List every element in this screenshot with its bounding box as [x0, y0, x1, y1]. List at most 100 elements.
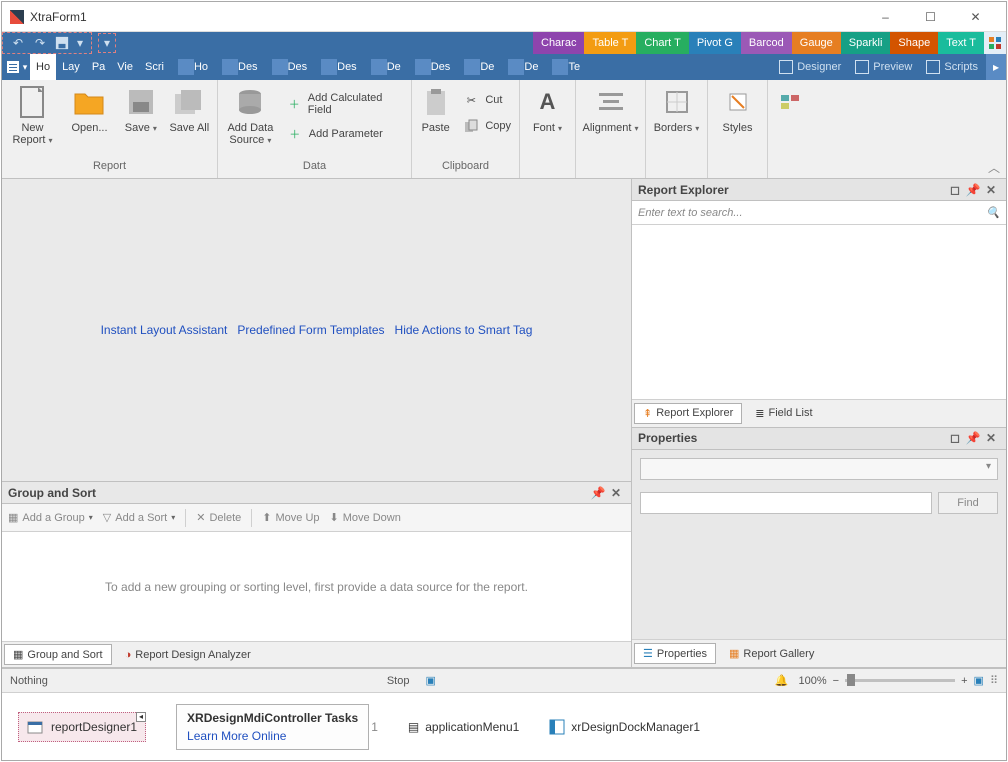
qat-overflow-chevron-icon[interactable]: ▾ — [98, 33, 116, 53]
new-report-button[interactable]: New Report ▾ — [8, 86, 57, 146]
layout-assistant-link[interactable]: Instant Layout Assistant — [101, 323, 228, 337]
tab-analyzer[interactable]: ◑Report Design Analyzer — [116, 645, 260, 665]
zoom-out-button[interactable]: − — [833, 675, 839, 687]
open-button[interactable]: Open... — [65, 86, 114, 134]
page-tab[interactable]: De — [500, 54, 544, 80]
zoom-in-button[interactable]: + — [961, 675, 967, 687]
search-icon[interactable]: 🔍 — [986, 206, 1000, 219]
undo-icon[interactable]: ↶ — [7, 33, 29, 53]
tool-tab[interactable]: Pivot G — [689, 32, 741, 54]
properties-grid[interactable] — [640, 526, 998, 632]
preview-mode-button[interactable]: Preview — [851, 60, 916, 74]
tool-tab[interactable]: Chart T — [636, 32, 688, 54]
selected-component[interactable]: reportDesigner1 ◂ — [18, 712, 146, 742]
gallery-button[interactable] — [774, 86, 806, 122]
contextual-tool-tabs: CharacTable TChart TPivot GBarcodGaugeSp… — [533, 32, 984, 54]
add-calculated-field-button[interactable]: ＋ Add Calculated Field — [285, 90, 405, 118]
page-tab[interactable]: Des — [313, 54, 363, 80]
hide-smarttag-link[interactable]: Hide Actions to Smart Tag — [395, 323, 533, 337]
app-menu-component[interactable]: ▤ applicationMenu1 — [408, 720, 519, 734]
bell-icon[interactable]: 🔔 — [775, 674, 789, 687]
minimize-button[interactable]: – — [863, 3, 908, 31]
save-icon[interactable] — [51, 33, 73, 53]
move-down-button[interactable]: ⬇Move Down — [330, 511, 401, 524]
zoom-menu-icon[interactable]: ⠿ — [990, 674, 998, 687]
add-sort-button[interactable]: ▽Add a Sort▾ — [103, 511, 175, 524]
design-canvas[interactable]: Instant Layout Assistant Predefined Form… — [2, 179, 631, 482]
maximize-button[interactable]: ☐ — [908, 3, 953, 31]
page-tab[interactable]: Des — [214, 54, 264, 80]
close-panel-icon[interactable]: ✕ — [982, 183, 1000, 197]
page-tab[interactable]: Des — [407, 54, 457, 80]
tool-tab[interactable]: Barcod — [741, 32, 792, 54]
alignment-button[interactable]: Alignment ▾ — [582, 86, 639, 134]
tab-group-sort[interactable]: ▦Group and Sort — [4, 644, 112, 665]
tab-report-gallery[interactable]: ▦Report Gallery — [720, 643, 823, 664]
tab-glyph-icon — [371, 59, 387, 75]
zoom-slider[interactable] — [845, 679, 955, 682]
page-tab[interactable]: Lay — [56, 54, 86, 80]
templates-link[interactable]: Predefined Form Templates — [237, 323, 384, 337]
add-parameter-button[interactable]: ＋ Add Parameter — [285, 124, 405, 144]
status-stop[interactable]: Stop — [387, 675, 410, 687]
save-button[interactable]: Save ▾ — [122, 86, 160, 134]
page-tab[interactable]: Ho — [30, 54, 56, 80]
properties-search-input[interactable] — [640, 492, 932, 514]
smart-tag-icon[interactable]: ◂ — [136, 712, 146, 722]
designer-mode-button[interactable]: Designer — [775, 60, 845, 74]
delete-button[interactable]: ✕Delete — [196, 511, 241, 524]
dock-manager-component[interactable]: xrDesignDockManager1 — [549, 719, 700, 735]
tasks-title: XRDesignMdiController Tasks — [187, 711, 358, 725]
scripts-mode-button[interactable]: Scripts — [922, 60, 982, 74]
paste-button[interactable]: Paste — [418, 86, 453, 134]
copy-button[interactable]: Copy — [461, 116, 513, 136]
cut-button[interactable]: ✂ Cut — [461, 90, 513, 110]
ribbon-collapse-button[interactable]: ︿ — [988, 159, 1000, 176]
tab-report-explorer[interactable]: ⇞Report Explorer — [634, 403, 742, 424]
redo-icon[interactable]: ↷ — [29, 33, 51, 53]
close-panel-icon[interactable]: ✕ — [982, 431, 1000, 445]
tool-tab[interactable]: Gauge — [792, 32, 841, 54]
pin-icon[interactable]: 📌 — [964, 183, 982, 197]
save-all-button[interactable]: Save All — [168, 86, 211, 134]
tabstrip-overflow-button[interactable]: ▸ — [986, 54, 1006, 80]
restore-icon[interactable]: ◻ — [946, 431, 964, 445]
page-tab[interactable]: Te — [544, 54, 586, 80]
page-tab[interactable]: Scri — [139, 54, 170, 80]
add-group-button[interactable]: ▦Add a Group▾ — [8, 511, 93, 524]
tool-tab[interactable]: Charac — [533, 32, 584, 54]
close-panel-icon[interactable]: ✕ — [607, 486, 625, 500]
toolbox-icon[interactable] — [984, 32, 1006, 54]
tool-tab[interactable]: Table T — [584, 32, 636, 54]
page-tab[interactable]: Ho — [170, 54, 214, 80]
close-button[interactable]: ✕ — [953, 3, 998, 31]
tool-tab[interactable]: Text T — [938, 32, 984, 54]
tab-field-list[interactable]: ≣Field List — [746, 403, 821, 424]
page-tab[interactable]: Vie — [111, 54, 139, 80]
find-button[interactable]: Find — [938, 492, 998, 514]
font-button[interactable]: A Font ▾ — [526, 86, 569, 134]
object-selector-dropdown[interactable] — [640, 458, 998, 480]
tool-tab[interactable]: Sparkli — [841, 32, 891, 54]
pin-icon[interactable]: 📌 — [964, 431, 982, 445]
page-tab[interactable]: De — [456, 54, 500, 80]
designer-label: Designer — [797, 61, 841, 73]
styles-button[interactable]: Styles — [714, 86, 761, 134]
page-tab[interactable]: Pa — [86, 54, 111, 80]
page-tab[interactable]: Des — [264, 54, 314, 80]
explorer-search[interactable]: Enter text to search... 🔍 — [632, 201, 1006, 225]
explorer-tree[interactable] — [632, 225, 1006, 400]
learn-more-link[interactable]: Learn More Online — [187, 729, 358, 743]
borders-button[interactable]: Borders ▾ — [652, 86, 701, 134]
menu-icon: ▤ — [408, 720, 419, 734]
qat-customize-chevron-icon[interactable]: ▾ — [73, 33, 87, 53]
zoom-fit-icon[interactable]: ▣ — [974, 674, 984, 687]
move-up-button[interactable]: ⬆Move Up — [262, 511, 319, 524]
pin-icon[interactable]: 📌 — [589, 486, 607, 500]
tool-tab[interactable]: Shape — [890, 32, 938, 54]
page-tab[interactable]: De — [363, 54, 407, 80]
restore-icon[interactable]: ◻ — [946, 183, 964, 197]
file-menu-button[interactable]: ▾ — [2, 54, 30, 80]
add-data-source-button[interactable]: Add Data Source ▾ — [224, 86, 277, 146]
tab-properties[interactable]: ☰Properties — [634, 643, 716, 664]
